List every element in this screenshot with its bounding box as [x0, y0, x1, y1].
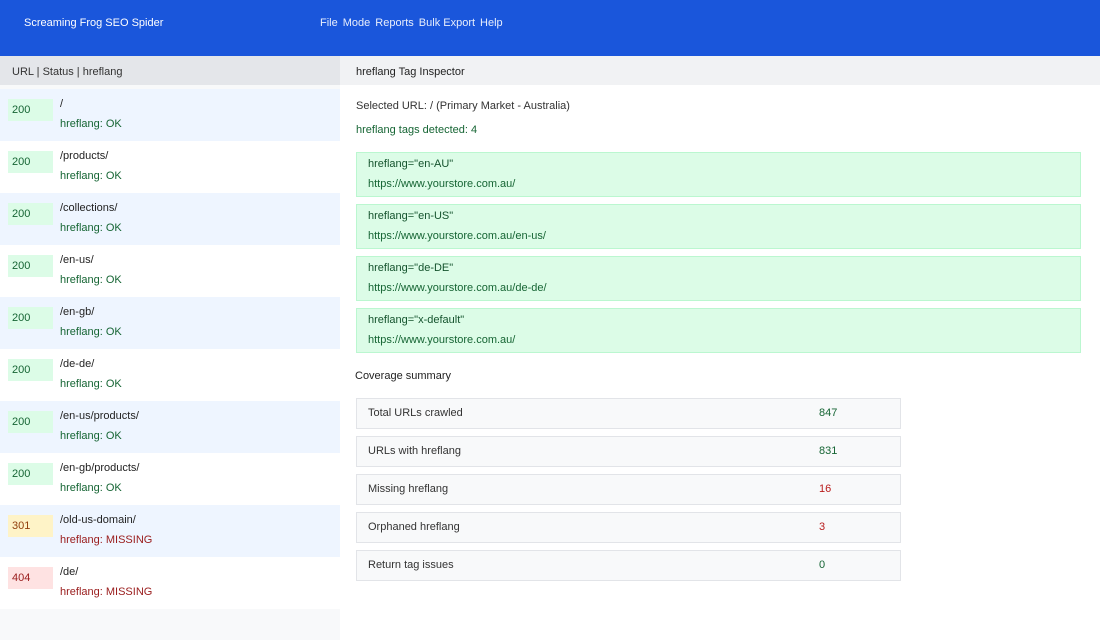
url-row[interactable]: 200/en-us/products/hreflang: OK: [0, 401, 340, 453]
hreflang-href-link[interactable]: https://www.yourstore.com.au/de-de/: [368, 282, 547, 294]
hreflang-tag-card: hreflang="de-DE" https://www.yourstore.co…: [356, 256, 1081, 301]
hreflang-href-link[interactable]: https://www.yourstore.com.au/en-us/: [368, 230, 546, 242]
coverage-value: 3: [819, 521, 826, 533]
url-row[interactable]: 200/de-de/hreflang: OK: [0, 349, 340, 401]
coverage-value: 847: [819, 407, 838, 419]
coverage-row: Total URLs crawled 847: [356, 398, 901, 429]
row-url: /products/: [60, 150, 109, 162]
url-row[interactable]: 200/products/hreflang: OK: [0, 141, 340, 193]
url-row[interactable]: 200/en-gb/products/hreflang: OK: [0, 453, 340, 505]
row-url: /collections/: [60, 202, 118, 214]
coverage-label: URLs with hreflang: [368, 445, 461, 457]
row-url: /en-gb/: [60, 306, 95, 318]
hreflang-tag-card: hreflang="en-AU" https://www.yourstore.co…: [356, 152, 1081, 197]
coverage-label: Missing hreflang: [368, 483, 449, 495]
status-code-badge: 301: [8, 515, 53, 537]
hreflang-tag-card: hreflang="x-default" https://www.yourstor…: [356, 308, 1081, 353]
hreflang-href-link[interactable]: https://www.yourstore.com.au/: [368, 178, 515, 190]
tags-detected-count: hreflang tags detected: 4: [356, 124, 478, 136]
inspector-pane: hreflang Tag Inspector Selected URL: / (…: [340, 56, 1100, 640]
row-url: /en-gb/products/: [60, 462, 140, 474]
url-row[interactable]: 200 / hreflang: OK: [0, 89, 340, 141]
inspector-header: hreflang Tag Inspector: [340, 56, 1100, 85]
hreflang-attribute: hreflang="en-AU": [368, 158, 454, 170]
coverage-summary-title: Coverage summary: [355, 370, 451, 382]
hreflang-attribute: hreflang="de-DE": [368, 262, 454, 274]
row-hreflang-status: hreflang: OK: [60, 222, 122, 234]
row-hreflang-status: hreflang: OK: [60, 118, 122, 130]
row-hreflang-status: hreflang: OK: [60, 274, 122, 286]
menu-bulk-export[interactable]: Bulk Export: [419, 17, 475, 29]
status-code-badge: 200: [8, 203, 53, 225]
status-code-badge: 404: [8, 567, 53, 589]
coverage-row: URLs with hreflang 831: [356, 436, 901, 467]
coverage-row: Orphaned hreflang 3: [356, 512, 901, 543]
url-row[interactable]: 200/en-us/hreflang: OK: [0, 245, 340, 297]
url-list: 200/hreflang: OK 200/products/hreflang: O…: [0, 89, 340, 609]
coverage-value: 0: [819, 559, 826, 571]
url-row[interactable]: 404/de/hreflang: MISSING: [0, 557, 340, 609]
row-hreflang-status: hreflang: OK: [60, 482, 122, 494]
hreflang-attribute: hreflang="en-US": [368, 210, 454, 222]
row-url: /old-us-domain/: [60, 514, 136, 526]
row-hreflang-status: hreflang: OK: [60, 326, 122, 338]
hreflang-href-link[interactable]: https://www.yourstore.com.au/: [368, 334, 515, 346]
menu-mode[interactable]: Mode: [343, 17, 371, 29]
url-row[interactable]: 200/collections/hreflang: OK: [0, 193, 340, 245]
status-code-badge: 200: [8, 359, 53, 381]
url-row[interactable]: 200/en-gb/hreflang: OK: [0, 297, 340, 349]
coverage-value: 16: [819, 483, 832, 495]
row-hreflang-status: hreflang: OK: [60, 170, 122, 182]
url-list-header: URL | Status | hreflang: [0, 56, 340, 85]
selected-url-text: Selected URL: / (Primary Market - Austra…: [356, 100, 570, 112]
menu-help[interactable]: Help: [480, 17, 503, 29]
status-code-badge: 200: [8, 307, 53, 329]
title-bar: Screaming Frog SEO Spider File Mode Repo…: [0, 0, 1100, 56]
row-hreflang-status: hreflang: OK: [60, 378, 122, 390]
row-url: /de-de/: [60, 358, 95, 370]
app-title: Screaming Frog SEO Spider: [24, 17, 164, 29]
menu-bar: File Mode Reports Bulk Export Help: [320, 17, 508, 29]
coverage-label: Return tag issues: [368, 559, 454, 571]
coverage-row: Missing hreflang 16: [356, 474, 901, 505]
row-url: /en-us/products/: [60, 410, 139, 422]
row-url: /en-us/: [60, 254, 94, 266]
url-row[interactable]: 301/old-us-domain/hreflang: MISSING: [0, 505, 340, 557]
status-code-badge: 200: [8, 255, 53, 277]
url-list-header-label: URL | Status | hreflang: [12, 66, 123, 78]
status-code-badge: 200: [8, 151, 53, 173]
inspector-title: hreflang Tag Inspector: [356, 66, 465, 78]
menu-file[interactable]: File: [320, 17, 338, 29]
row-url: /de/: [60, 566, 79, 578]
row-hreflang-status: hreflang: OK: [60, 430, 122, 442]
row-url: /: [60, 98, 64, 110]
hreflang-attribute: hreflang="x-default": [368, 314, 465, 326]
coverage-label: Orphaned hreflang: [368, 521, 460, 533]
status-code-badge: 200: [8, 411, 53, 433]
status-code-badge: 200: [8, 463, 53, 485]
row-hreflang-status: hreflang: MISSING: [60, 534, 153, 546]
url-list-pane: URL | Status | hreflang 200 / hreflang: OK…: [0, 56, 340, 640]
coverage-row: Return tag issues 0: [356, 550, 901, 581]
hreflang-tag-card: hreflang="en-US" https://www.yourstore.co…: [356, 204, 1081, 249]
status-code-badge: 200: [8, 99, 53, 121]
menu-reports[interactable]: Reports: [375, 17, 414, 29]
row-hreflang-status: hreflang: MISSING: [60, 586, 153, 598]
coverage-label: Total URLs crawled: [368, 407, 463, 419]
coverage-value: 831: [819, 445, 838, 457]
